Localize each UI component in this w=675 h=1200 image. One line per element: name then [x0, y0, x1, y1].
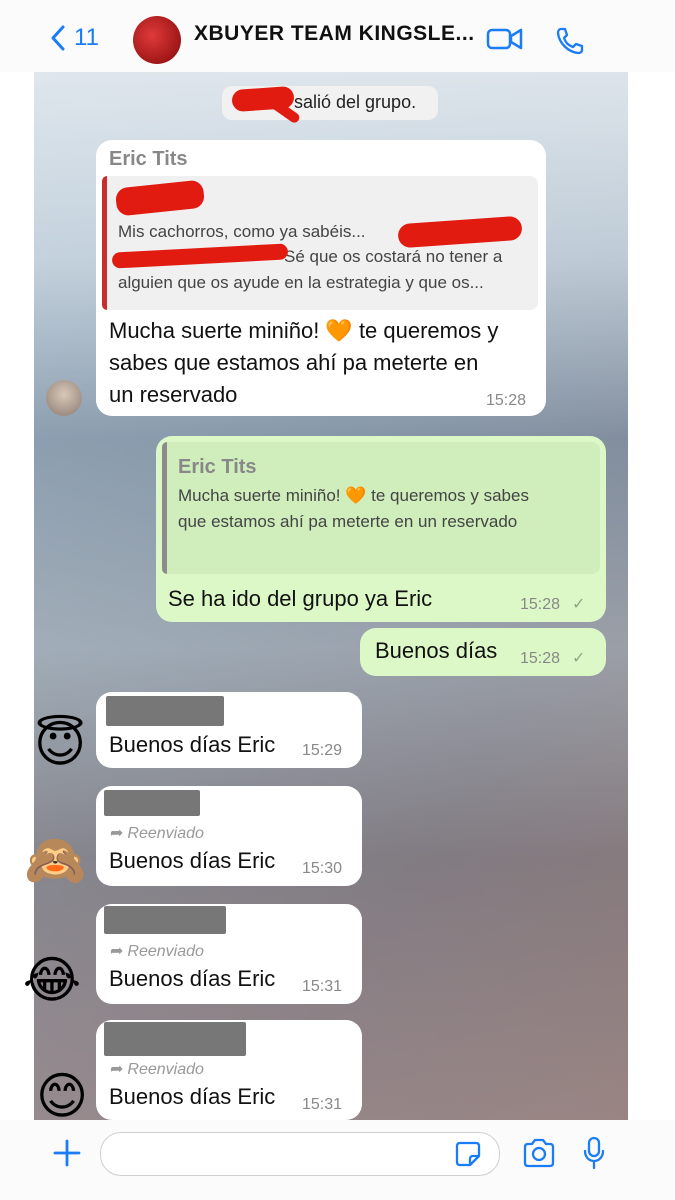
message-bubble-incoming[interactable]: Eric Tits Mis cachorros, como ya sabéis.… [96, 140, 546, 416]
message-bubble-incoming[interactable]: Buenos días Eric 15:29 [96, 692, 362, 768]
chat-header: 11 XBUYER TEAM KINGSLE... [0, 0, 675, 72]
chevron-left-icon [51, 25, 65, 51]
redaction-mark [104, 906, 226, 934]
group-avatar[interactable] [133, 16, 181, 64]
sender-avatar[interactable]: 🙈 [24, 830, 86, 890]
forward-arrow-icon: ➦ [110, 1061, 124, 1078]
quote-sender-name: Eric Tits [178, 456, 257, 478]
video-camera-icon[interactable] [486, 26, 524, 52]
forwarded-label: ➦ Reenviado [110, 943, 204, 960]
sender-avatar[interactable]: 😊 [32, 1066, 92, 1126]
forward-arrow-icon: ➦ [110, 825, 124, 842]
quote-line: Sé que os costará no tener a [284, 247, 503, 266]
message-time: 15:28 [520, 596, 561, 613]
back-button[interactable]: 11 [50, 24, 99, 52]
message-bubble-incoming[interactable]: ➦ Reenviado Buenos días Eric 15:31 [96, 904, 362, 1004]
message-input[interactable] [100, 1132, 500, 1176]
sender-avatar[interactable]: 😇 [30, 714, 90, 774]
message-text: un reservado [109, 382, 238, 407]
sent-check-icon: ✓ [572, 650, 586, 667]
message-text: Buenos días Eric [109, 966, 276, 991]
message-bubble-incoming[interactable]: ➦ Reenviado Buenos días Eric 15:31 [96, 1020, 362, 1120]
quote-line: que estamos ahí pa meterte en un reserva… [178, 512, 518, 531]
message-text: Mucha suerte miniño! 🧡 te queremos y [109, 318, 499, 343]
message-time: 15:31 [302, 978, 343, 995]
sender-avatar[interactable] [46, 380, 82, 416]
quote-bar [162, 442, 167, 574]
message-bubble-outgoing[interactable]: Buenos días 15:28 ✓ [360, 628, 606, 676]
message-text: Se ha ido del grupo ya Eric [168, 586, 433, 611]
chat-title[interactable]: XBUYER TEAM KINGSLE... [194, 22, 475, 46]
forwarded-label: ➦ Reenviado [110, 825, 204, 842]
quote-line: Mis cachorros, como ya sabéis... [118, 222, 366, 241]
forward-arrow-icon: ➦ [110, 943, 124, 960]
sticker-icon[interactable] [454, 1140, 482, 1168]
message-text: sabes que estamos ahí pa meterte en [109, 350, 479, 375]
message-text: Buenos días [375, 638, 498, 663]
sent-check-icon: ✓ [572, 596, 586, 613]
plus-icon[interactable] [52, 1138, 82, 1168]
message-text: Buenos días Eric [109, 848, 276, 873]
redaction-mark [106, 696, 224, 726]
message-bubble-outgoing[interactable]: Eric Tits Mucha suerte miniño! 🧡 te quer… [156, 436, 606, 622]
message-time: 15:31 [302, 1096, 343, 1113]
redaction-mark [104, 790, 200, 816]
phone-icon[interactable] [555, 26, 585, 56]
message-text: Buenos días Eric [109, 732, 276, 757]
quote-line: Mucha suerte miniño! 🧡 te queremos y sab… [178, 486, 529, 505]
sender-avatar[interactable]: 😂 [22, 950, 82, 1010]
system-message-text: salió del grupo. [294, 92, 417, 112]
microphone-icon[interactable] [582, 1136, 606, 1170]
message-text: Buenos días Eric [109, 1084, 276, 1109]
message-time: 15:28 [520, 650, 561, 667]
message-time: 15:30 [302, 860, 343, 877]
redaction-mark [104, 1022, 246, 1056]
unread-count: 11 [74, 24, 99, 51]
message-bubble-incoming[interactable]: ➦ Reenviado Buenos días Eric 15:30 [96, 786, 362, 886]
message-time: 15:28 [486, 392, 527, 409]
forwarded-label: ➦ Reenviado [110, 1061, 204, 1078]
quote-bar [102, 176, 107, 310]
quote-line: alguien que os ayude en la estrategia y … [118, 273, 484, 292]
sender-name: Eric Tits [109, 148, 188, 170]
camera-icon[interactable] [522, 1138, 556, 1168]
message-time: 15:29 [302, 742, 343, 759]
